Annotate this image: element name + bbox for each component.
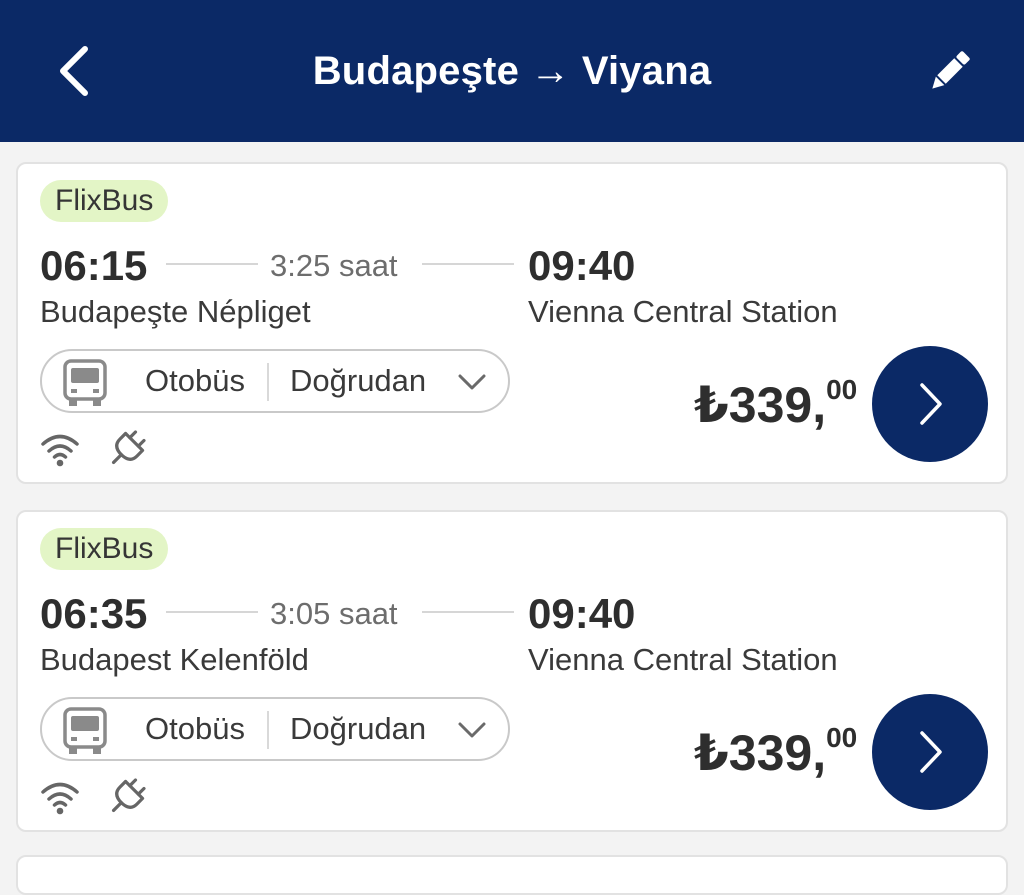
arrival-station: Vienna Central Station (528, 642, 838, 677)
pill-divider (267, 363, 269, 401)
transport-type-label: Otobüs (145, 363, 245, 398)
price-decimals: 00 (826, 374, 858, 405)
trip-duration: 3:05 saat (270, 596, 398, 631)
operator-badge: FlixBus (40, 180, 169, 222)
plug-icon (111, 430, 146, 465)
route-type-label: Doğrudan (290, 363, 427, 398)
trip-details-toggle[interactable]: Otobüs Doğrudan (40, 349, 510, 413)
chevron-down-icon (458, 374, 486, 390)
price: ₺339,00 (694, 722, 858, 782)
trip-card[interactable] (16, 855, 1008, 895)
chevron-right-icon (920, 731, 942, 773)
trip-duration: 3:25 saat (270, 248, 398, 283)
trip-details-toggle[interactable]: Otobüs Doğrudan (40, 697, 510, 761)
transport-type-label: Otobüs (145, 711, 245, 746)
departure-station: Budapeşte Népliget (40, 294, 311, 329)
operator-badge: FlixBus (40, 528, 169, 570)
edit-search-button[interactable] (912, 36, 988, 106)
pencil-icon (932, 51, 970, 89)
duration-line (422, 611, 514, 613)
price-main: ₺339, (694, 377, 827, 433)
chevron-right-icon (920, 383, 942, 425)
plug-icon (111, 778, 146, 813)
wifi-icon (41, 782, 79, 815)
departure-time: 06:35 (40, 590, 148, 637)
route-type-label: Doğrudan (290, 711, 427, 746)
pill-divider (267, 711, 269, 749)
price-decimals: 00 (826, 722, 858, 753)
page-title: Budapeşte → Viyana (312, 48, 712, 93)
duration-line (166, 611, 258, 613)
select-trip-button[interactable] (872, 346, 988, 462)
price-main: ₺339, (694, 725, 827, 781)
arrival-time: 09:40 (528, 590, 636, 637)
duration-line (422, 263, 514, 265)
app-header: Budapeşte → Viyana (0, 0, 1024, 142)
bus-icon (63, 359, 107, 406)
arrival-time: 09:40 (528, 242, 636, 289)
departure-time: 06:15 (40, 242, 148, 289)
trip-card[interactable]: FlixBus 06:35 3:05 saat 09:40 Budapest K… (16, 510, 1008, 832)
select-trip-button[interactable] (872, 694, 988, 810)
duration-line (166, 263, 258, 265)
wifi-icon (41, 434, 79, 467)
trip-card[interactable]: FlixBus 06:15 3:25 saat 09:40 Budapeşte … (16, 162, 1008, 484)
chevron-left-icon (60, 46, 88, 96)
back-button[interactable] (40, 36, 110, 106)
bus-icon (63, 707, 107, 754)
chevron-down-icon (458, 722, 486, 738)
departure-station: Budapest Kelenföld (40, 642, 309, 677)
price: ₺339,00 (694, 374, 858, 434)
arrival-station: Vienna Central Station (528, 294, 838, 329)
